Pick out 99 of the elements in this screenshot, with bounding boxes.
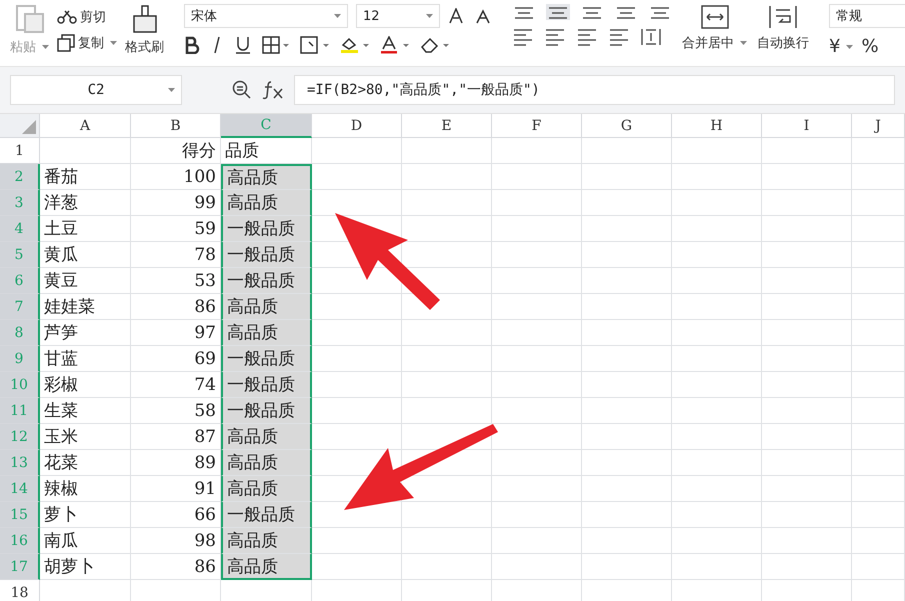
column-header[interactable]: J: [852, 114, 905, 138]
table-cell: [852, 450, 905, 476]
number-format-field[interactable]: 常规: [829, 4, 905, 28]
cell-style-icon[interactable]: [300, 36, 330, 54]
table-cell: 高品质: [221, 476, 312, 502]
font-shrink-icon[interactable]: [474, 8, 492, 24]
align-icon[interactable]: [544, 28, 566, 46]
table-cell: 一般品质: [221, 216, 312, 242]
zoom-icon[interactable]: [232, 80, 252, 100]
table-cell: 辣椒: [40, 476, 131, 502]
function-icon[interactable]: [262, 80, 284, 100]
table-cell: 洋葱: [40, 190, 131, 216]
bold-icon[interactable]: [184, 36, 200, 54]
wrap-text-icon[interactable]: [768, 4, 798, 30]
table-cell: 一般品质: [221, 398, 312, 424]
table-cell: [852, 528, 905, 554]
column-header[interactable]: E: [402, 114, 492, 138]
table-cell: 黄瓜: [40, 242, 131, 268]
table-cell: 娃娃菜: [40, 294, 131, 320]
table-cell: [852, 372, 905, 398]
border-grid-icon[interactable]: [262, 36, 290, 54]
caret-icon[interactable]: [110, 41, 117, 45]
caret-icon[interactable]: [740, 41, 747, 45]
table-cell: 高品质: [221, 190, 312, 216]
copy-button[interactable]: 复制: [57, 34, 117, 52]
table-cell: 南瓜: [40, 528, 131, 554]
table-cell: 高品质: [221, 528, 312, 554]
table-cell: 玉米: [40, 424, 131, 450]
align-icon[interactable]: [512, 28, 534, 46]
table-cell: 高品质: [221, 450, 312, 476]
align-icon[interactable]: [608, 28, 630, 46]
table-cell: 番茄: [40, 164, 131, 190]
font-name-field[interactable]: 宋体: [184, 4, 348, 28]
table-cell: 彩椒: [40, 372, 131, 398]
table-cell: [852, 554, 905, 580]
column-header[interactable]: I: [762, 114, 852, 138]
table-cell: [852, 502, 905, 528]
currency-button[interactable]: ¥: [829, 36, 854, 57]
table-cell: [852, 294, 905, 320]
table-cell: 高品质: [221, 294, 312, 320]
table-cell: 得分: [131, 138, 221, 164]
caret-icon[interactable]: [334, 14, 341, 18]
table-cell: 芦笋: [40, 320, 131, 346]
column-header[interactable]: H: [672, 114, 762, 138]
table-cell: [852, 190, 905, 216]
column-header[interactable]: B: [131, 114, 221, 138]
table-cell: 一般品质: [221, 242, 312, 268]
table-cell: 高品质: [221, 554, 312, 580]
table-cell: 生菜: [40, 398, 131, 424]
name-box[interactable]: C2: [10, 75, 182, 105]
copy-icon[interactable]: [57, 34, 75, 52]
table-cell: 一般品质: [221, 268, 312, 294]
merge-cells-icon[interactable]: [700, 4, 730, 30]
table-cell: 高品质: [221, 424, 312, 450]
distribute-icon[interactable]: [640, 28, 662, 46]
table-cell: 高品质: [221, 320, 312, 346]
column-header[interactable]: F: [492, 114, 582, 138]
font-color-icon[interactable]: [380, 36, 410, 54]
table-cell: 黄豆: [40, 268, 131, 294]
scissors-icon[interactable]: [57, 10, 77, 24]
underline-icon[interactable]: [234, 36, 252, 54]
caret-icon[interactable]: [168, 88, 175, 92]
format-painter-button[interactable]: 格式刷: [125, 38, 164, 56]
table-cell: 高品质: [221, 164, 312, 190]
column-header[interactable]: A: [40, 114, 131, 138]
wrap-text-button[interactable]: 自动换行: [757, 34, 809, 52]
column-header[interactable]: D: [312, 114, 402, 138]
fill-bucket-icon[interactable]: [340, 36, 370, 54]
table-cell: [852, 164, 905, 190]
formula-field[interactable]: =IF(B2>80,"高品质","一般品质"): [294, 75, 895, 105]
table-cell: 一般品质: [221, 346, 312, 372]
row-header[interactable]: 1: [0, 138, 40, 164]
table-cell: [852, 216, 905, 242]
table-cell: 一般品质: [221, 372, 312, 398]
column-header[interactable]: G: [582, 114, 672, 138]
font-size-field[interactable]: 12: [356, 4, 440, 28]
merge-center-button[interactable]: 合并居中: [682, 34, 747, 52]
table-cell: 胡萝卜: [40, 554, 131, 580]
caret-icon[interactable]: [426, 14, 433, 18]
percent-button[interactable]: %: [861, 36, 879, 57]
table-cell: 土豆: [40, 216, 131, 242]
table-cell: [852, 476, 905, 502]
table-cell: [852, 268, 905, 294]
caret-icon[interactable]: [42, 45, 49, 49]
table-cell: 萝卜: [40, 502, 131, 528]
table-cell: 一般品质: [221, 502, 312, 528]
align-icon[interactable]: [576, 28, 598, 46]
caret-icon[interactable]: [846, 44, 854, 48]
table-cell: 甘蓝: [40, 346, 131, 372]
table-cell: [852, 320, 905, 346]
eraser-icon[interactable]: [420, 36, 450, 54]
table-cell: [852, 424, 905, 450]
align-icon[interactable]: [546, 4, 570, 20]
table-cell: [852, 242, 905, 268]
table-cell: 花菜: [40, 450, 131, 476]
cut-button[interactable]: 剪切: [57, 8, 106, 26]
table-cell: [852, 138, 905, 164]
table-cell: [852, 398, 905, 424]
table-cell: [852, 346, 905, 372]
